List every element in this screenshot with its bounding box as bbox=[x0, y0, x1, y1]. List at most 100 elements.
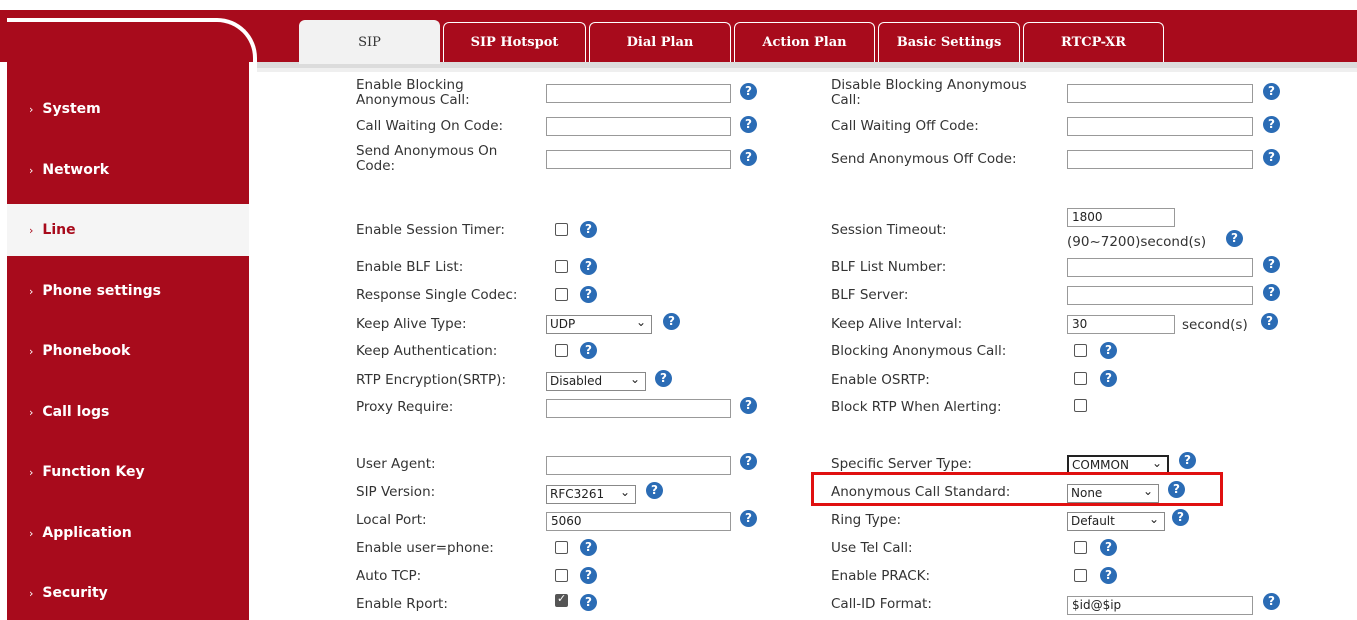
enable-blf-list-checkbox[interactable] bbox=[555, 260, 568, 273]
chevron-right-icon: › bbox=[29, 102, 34, 116]
user-agent-input[interactable] bbox=[546, 456, 731, 475]
keep-alive-interval-input[interactable]: 30 bbox=[1067, 315, 1175, 334]
send-anon-on-label-1: Send Anonymous On bbox=[356, 143, 498, 159]
select-value: Disabled bbox=[550, 374, 603, 388]
help-icon[interactable]: ? bbox=[1263, 149, 1280, 166]
help-icon[interactable]: ? bbox=[646, 482, 663, 499]
enable-prack-checkbox[interactable] bbox=[1074, 569, 1087, 582]
blf-list-number-input[interactable] bbox=[1067, 258, 1253, 277]
keep-alive-type-select[interactable]: UDP ⌄ bbox=[546, 315, 652, 334]
sidebar-item-line[interactable]: › Line bbox=[7, 204, 249, 256]
sidebar-item-application[interactable]: › Application bbox=[7, 507, 249, 559]
tab-dial-plan[interactable]: Dial Plan bbox=[589, 22, 731, 62]
sidebar-item-network[interactable]: › Network bbox=[7, 144, 249, 196]
enable-blocking-anon-input[interactable] bbox=[546, 84, 731, 103]
help-icon[interactable]: ? bbox=[1263, 83, 1280, 100]
block-rtp-alerting-checkbox[interactable] bbox=[1074, 399, 1087, 412]
keep-authentication-checkbox[interactable] bbox=[555, 344, 568, 357]
sidebar-item-label: Line bbox=[42, 222, 76, 238]
select-value: UDP bbox=[550, 317, 576, 331]
blocking-anon-call-checkbox[interactable] bbox=[1074, 344, 1087, 357]
keep-authentication-label: Keep Authentication: bbox=[356, 343, 498, 359]
enable-rport-checkbox[interactable] bbox=[555, 592, 568, 607]
use-tel-call-checkbox[interactable] bbox=[1074, 541, 1087, 554]
proxy-require-input[interactable] bbox=[546, 399, 731, 418]
help-icon[interactable]: ? bbox=[1100, 567, 1117, 584]
tab-sip-hotspot[interactable]: SIP Hotspot bbox=[443, 22, 586, 62]
help-icon[interactable]: ? bbox=[740, 149, 757, 166]
send-anon-off-input[interactable] bbox=[1067, 150, 1253, 169]
call-waiting-off-input[interactable] bbox=[1067, 117, 1253, 136]
tab-sip[interactable]: SIP bbox=[299, 20, 440, 64]
help-icon[interactable]: ? bbox=[1261, 313, 1278, 330]
enable-user-phone-checkbox[interactable] bbox=[555, 541, 568, 554]
specific-server-type-label: Specific Server Type: bbox=[831, 456, 972, 472]
rtp-encryption-select[interactable]: Disabled ⌄ bbox=[546, 372, 646, 391]
help-icon[interactable]: ? bbox=[1263, 116, 1280, 133]
help-icon[interactable]: ? bbox=[580, 286, 597, 303]
help-icon[interactable]: ? bbox=[740, 83, 757, 100]
help-icon[interactable]: ? bbox=[663, 313, 680, 330]
help-icon[interactable]: ? bbox=[655, 370, 672, 387]
help-icon[interactable]: ? bbox=[580, 342, 597, 359]
sidebar-item-label: Phonebook bbox=[42, 343, 131, 359]
sidebar-item-function-key[interactable]: › Function Key bbox=[7, 446, 249, 498]
tab-rtcp-xr[interactable]: RTCP-XR bbox=[1023, 22, 1164, 62]
help-icon[interactable]: ? bbox=[580, 221, 597, 238]
help-icon[interactable]: ? bbox=[1172, 509, 1189, 526]
response-single-codec-checkbox[interactable] bbox=[555, 288, 568, 301]
enable-osrtp-checkbox[interactable] bbox=[1074, 372, 1087, 385]
blf-server-input[interactable] bbox=[1067, 286, 1253, 305]
help-icon[interactable]: ? bbox=[1100, 370, 1117, 387]
sidebar-item-security[interactable]: › Security bbox=[7, 567, 249, 619]
sidebar-item-phonebook[interactable]: › Phonebook bbox=[7, 325, 249, 377]
help-icon[interactable]: ? bbox=[1263, 284, 1280, 301]
chevron-down-icon: ⌄ bbox=[629, 372, 640, 386]
help-icon[interactable]: ? bbox=[1100, 539, 1117, 556]
chevron-right-icon: › bbox=[29, 344, 34, 358]
tab-basic-settings[interactable]: Basic Settings bbox=[878, 22, 1020, 62]
help-icon[interactable]: ? bbox=[1263, 593, 1280, 610]
enable-session-timer-checkbox[interactable] bbox=[555, 223, 568, 236]
use-tel-call-label: Use Tel Call: bbox=[831, 540, 913, 556]
auto-tcp-checkbox[interactable] bbox=[555, 569, 568, 582]
response-single-codec-label: Response Single Codec: bbox=[356, 287, 518, 303]
help-icon[interactable]: ? bbox=[740, 397, 757, 414]
ring-type-select[interactable]: Default ⌄ bbox=[1067, 512, 1165, 531]
enable-blf-list-label: Enable BLF List: bbox=[356, 259, 464, 275]
sidebar-item-label: Call logs bbox=[42, 404, 110, 420]
call-waiting-on-input[interactable] bbox=[546, 117, 731, 136]
send-anon-on-input[interactable] bbox=[546, 150, 731, 169]
keep-alive-interval-label: Keep Alive Interval: bbox=[831, 316, 963, 332]
sidebar-item-label: Network bbox=[42, 162, 110, 178]
help-icon[interactable]: ? bbox=[1100, 342, 1117, 359]
session-timeout-hint: (90~7200)second(s) bbox=[1067, 234, 1207, 250]
help-icon[interactable]: ? bbox=[1226, 230, 1243, 247]
sip-version-select[interactable]: RFC3261 ⌄ bbox=[546, 485, 636, 504]
chevron-right-icon: › bbox=[29, 526, 34, 540]
help-icon[interactable]: ? bbox=[580, 258, 597, 275]
sidebar-item-system[interactable]: › System bbox=[7, 83, 249, 135]
help-icon[interactable]: ? bbox=[740, 453, 757, 470]
sidebar-item-call-logs[interactable]: › Call logs bbox=[7, 386, 249, 438]
session-timeout-input[interactable]: 1800 bbox=[1067, 208, 1175, 227]
help-icon[interactable]: ? bbox=[740, 510, 757, 527]
tab-action-plan[interactable]: Action Plan bbox=[734, 22, 875, 62]
help-icon[interactable]: ? bbox=[740, 116, 757, 133]
call-id-format-input[interactable]: $id@$ip bbox=[1067, 596, 1253, 615]
disable-blocking-anon-input[interactable] bbox=[1067, 84, 1253, 103]
help-icon[interactable]: ? bbox=[1263, 256, 1280, 273]
local-port-input[interactable]: 5060 bbox=[546, 512, 731, 531]
enable-prack-label: Enable PRACK: bbox=[831, 568, 931, 584]
chevron-right-icon: › bbox=[29, 163, 34, 177]
chevron-right-icon: › bbox=[29, 465, 34, 479]
help-icon[interactable]: ? bbox=[580, 539, 597, 556]
sidebar-item-phone-settings[interactable]: › Phone settings bbox=[7, 265, 249, 317]
help-icon[interactable]: ? bbox=[1179, 452, 1196, 469]
help-icon[interactable]: ? bbox=[580, 567, 597, 584]
sidebar-item-label: Application bbox=[42, 525, 132, 541]
help-icon[interactable]: ? bbox=[580, 594, 597, 611]
tab-underline-light bbox=[255, 68, 1357, 72]
call-waiting-off-label: Call Waiting Off Code: bbox=[831, 118, 979, 134]
user-agent-label: User Agent: bbox=[356, 456, 436, 472]
